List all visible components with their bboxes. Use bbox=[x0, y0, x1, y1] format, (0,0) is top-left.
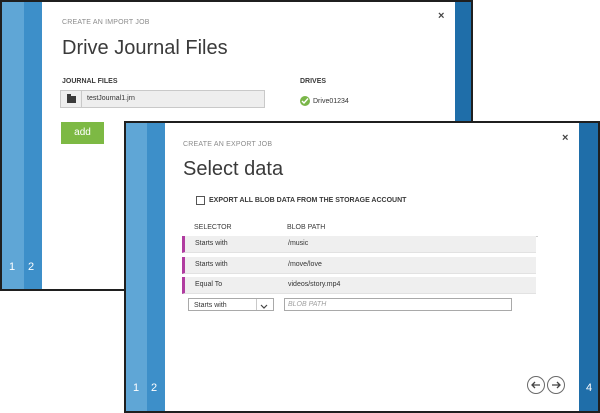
close-icon[interactable]: × bbox=[562, 132, 568, 144]
export-all-checkbox[interactable] bbox=[196, 196, 205, 205]
blob-path-input[interactable] bbox=[284, 298, 512, 311]
step-2-indicator[interactable]: 2 bbox=[28, 261, 34, 273]
arrow-right-icon bbox=[552, 381, 561, 389]
chevron-down-icon[interactable] bbox=[256, 299, 271, 310]
left-step-strip-light bbox=[126, 123, 147, 411]
selector-value: Equal To bbox=[195, 281, 223, 288]
journal-files-label: JOURNAL FILES bbox=[62, 78, 118, 85]
journal-file-name: testJournal1.jrn bbox=[87, 95, 135, 102]
selector-column-header: SELECTOR bbox=[194, 224, 232, 231]
blob-path-value: /move/love bbox=[288, 261, 322, 268]
dialog-caption: CREATE AN EXPORT JOB bbox=[183, 141, 273, 148]
selector-dropdown[interactable]: Starts with bbox=[188, 298, 274, 311]
selector-value: Starts with bbox=[195, 240, 228, 247]
table-row[interactable]: Starts with /music bbox=[182, 236, 536, 253]
step-2-indicator[interactable]: 2 bbox=[151, 382, 157, 394]
selector-dropdown-value: Starts with bbox=[194, 302, 227, 309]
selector-value: Starts with bbox=[195, 261, 228, 268]
table-row[interactable]: Equal To videos/story.mp4 bbox=[182, 277, 536, 294]
journal-file-field[interactable]: testJournal1.jrn bbox=[60, 90, 265, 108]
step-1-indicator[interactable]: 1 bbox=[133, 382, 139, 394]
table-row[interactable]: Starts with /move/love bbox=[182, 257, 536, 274]
step-4-indicator[interactable]: 4 bbox=[586, 382, 592, 394]
checkmark-icon bbox=[300, 96, 310, 106]
add-button[interactable]: add bbox=[61, 122, 104, 144]
blob-path-value: /music bbox=[288, 240, 309, 247]
page-title: Drive Journal Files bbox=[62, 37, 228, 59]
page-title: Select data bbox=[183, 158, 284, 180]
export-all-label: EXPORT ALL BLOB DATA FROM THE STORAGE AC… bbox=[209, 197, 407, 204]
blob-path-column-header: BLOB PATH bbox=[287, 224, 326, 231]
drive-name: Drive01234 bbox=[313, 98, 349, 105]
folder-icon[interactable] bbox=[67, 94, 76, 103]
left-step-strip-dark bbox=[147, 123, 165, 411]
drives-label: DRIVES bbox=[300, 78, 327, 85]
close-icon[interactable]: × bbox=[438, 10, 444, 22]
left-step-strip-light bbox=[2, 2, 24, 289]
left-step-strip-dark bbox=[24, 2, 42, 289]
blob-path-value: videos/story.mp4 bbox=[288, 281, 341, 288]
right-step-strip bbox=[579, 123, 598, 411]
dialog-caption: CREATE AN IMPORT JOB bbox=[62, 19, 150, 26]
arrow-left-icon bbox=[531, 381, 540, 389]
back-button[interactable] bbox=[527, 376, 545, 394]
step-1-indicator[interactable]: 1 bbox=[9, 261, 15, 273]
next-button[interactable] bbox=[547, 376, 565, 394]
